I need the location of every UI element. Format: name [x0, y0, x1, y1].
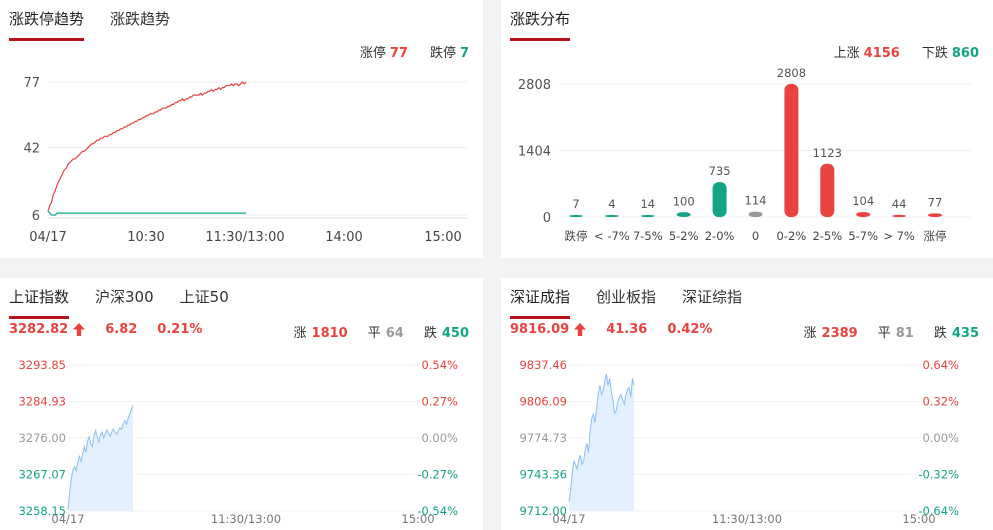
x-tick-label: 04/17: [29, 230, 66, 245]
sh-index-chart: 3293.85 0.54% 3284.93 0.27% 3276.00 0.00% 3267…: [18, 358, 458, 526]
bar-value-label: 735: [709, 164, 731, 178]
y-tick-label: 6: [32, 209, 40, 224]
bar-value-label: 77: [928, 195, 943, 209]
y-tick-label-right: 0.27%: [421, 395, 458, 409]
bar: [676, 212, 691, 217]
y-tick-label: 77: [23, 76, 40, 91]
y-tick-label-left: 3267.07: [18, 468, 66, 482]
y-tick-label: 2808: [518, 78, 551, 93]
bar-value-label: 2808: [777, 66, 806, 80]
bar-value-label: 104: [852, 194, 874, 208]
bar-value-label: 14: [640, 197, 655, 211]
category-label: 跌停: [565, 229, 588, 243]
bar: [784, 84, 799, 217]
bar: [604, 215, 619, 217]
y-tick-label: 42: [23, 142, 40, 157]
x-tick-label: 11:30/13:00: [205, 230, 284, 245]
bar-value-label: 100: [673, 194, 695, 208]
y-tick-label-left: 9837.46: [519, 358, 567, 372]
bar-value-label: 4: [608, 197, 615, 211]
category-label: 0: [752, 229, 759, 243]
bar: [820, 163, 835, 217]
limit-up-line: [47, 81, 247, 212]
bar: [569, 215, 583, 217]
x-tick-label: 10:30: [127, 230, 164, 245]
distribution-chart: 2808 1404 0 7 跌停 4 < -7% 14 7-5% 100 5-2% 735 2-0% 11…: [518, 66, 971, 243]
category-label: 2-0%: [705, 229, 735, 243]
y-tick-label-left: 3284.93: [18, 395, 66, 409]
x-tick-label: 15:00: [424, 230, 461, 245]
category-label: 7-5%: [633, 229, 663, 243]
x-tick-label: 11:30/13:00: [211, 512, 281, 526]
y-tick-label-right: 0.32%: [922, 395, 959, 409]
distribution-panel: 涨跌分布 上涨 4156 下跌 860 2808 1404 0 7 跌停 4 < -7% 14 7-…: [501, 0, 993, 258]
x-tick-label: 15:00: [902, 512, 935, 526]
sz-index-panel: 深证成指 创业板指 深证综指 9816.09 41.36 0.42% 涨 2389…: [501, 278, 993, 530]
sz-index-chart: 9837.46 0.64% 9806.09 0.32% 9774.73 0.00% 9743…: [519, 358, 959, 526]
bar-value-label: 114: [745, 194, 767, 208]
bar: [892, 214, 907, 217]
y-tick-label-right: 0.00%: [922, 431, 959, 445]
y-tick-label: 0: [543, 211, 551, 226]
category-label: < -7%: [594, 229, 630, 243]
x-tick-label: 14:00: [325, 230, 362, 245]
y-tick-label-left: 3276.00: [18, 431, 66, 445]
limit-trend-chart: 77 42 6 04/17 10:30 11:30/13:00 14:00 15:00: [23, 76, 467, 245]
price-area: [68, 405, 133, 511]
y-tick-label-left: 9806.09: [519, 395, 567, 409]
y-tick-label-right: 0.64%: [922, 358, 959, 372]
category-label: 0-2%: [777, 229, 807, 243]
bar: [928, 213, 942, 217]
y-tick-label-left: 9774.73: [519, 431, 567, 445]
bar: [712, 182, 727, 217]
y-tick-label-left: 9743.36: [519, 468, 567, 482]
x-tick-label: 11:30/13:00: [712, 512, 782, 526]
bar-value-label: 44: [892, 197, 907, 211]
y-tick-label: 1404: [518, 145, 551, 160]
category-label: 5-2%: [669, 229, 699, 243]
category-label: 5-7%: [848, 229, 878, 243]
y-tick-label-right: 0.54%: [421, 358, 458, 372]
x-tick-label: 04/17: [51, 512, 84, 526]
y-tick-label-left: 3293.85: [18, 358, 66, 372]
y-tick-label-right: -0.32%: [918, 468, 959, 482]
bar: [856, 212, 871, 217]
category-label: 涨停: [924, 229, 947, 243]
x-tick-label: 04/17: [552, 512, 585, 526]
limit-trend-panel: 涨跌停趋势 涨跌趋势 涨停 77 跌停 7 77 42 6 04/17 10:30 11:30…: [0, 0, 483, 258]
category-label: 2-5%: [812, 229, 842, 243]
limit-down-line: [47, 210, 246, 216]
y-tick-label-right: -0.27%: [417, 468, 458, 482]
bar: [748, 211, 763, 217]
y-tick-label-right: 0.00%: [421, 431, 458, 445]
category-label: > 7%: [883, 229, 915, 243]
bar: [640, 215, 655, 217]
x-tick-label: 15:00: [401, 512, 434, 526]
sh-index-panel: 上证指数 沪深300 上证50 3282.82 6.82 0.21% 涨 1810…: [0, 278, 483, 530]
bar-value-label: 1123: [813, 146, 842, 160]
bar-value-label: 7: [572, 197, 579, 211]
